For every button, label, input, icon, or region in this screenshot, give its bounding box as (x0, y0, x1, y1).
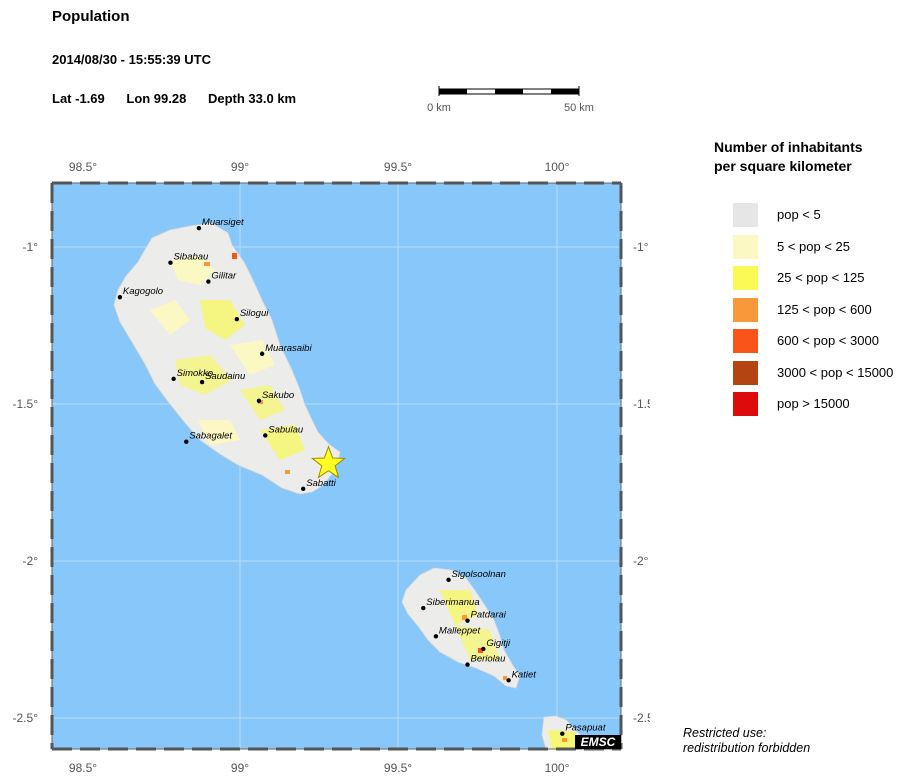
town-dot (421, 605, 426, 611)
town-dot (117, 295, 123, 300)
legend-label: pop < 5 (777, 207, 821, 222)
legend-item: 125 < pop < 600 (733, 297, 908, 322)
legend-label: 5 < pop < 25 (777, 238, 851, 254)
town-label: Kagogolo (123, 286, 163, 297)
legend-label: 600 < pop < 3000 (777, 333, 879, 348)
lat-tick-label: -2° (633, 554, 649, 568)
event-datetime: 2014/08/30 - 15:55:39 UTC (52, 52, 211, 67)
town-label: Gigitji (486, 638, 511, 649)
restricted-use-notice: Restricted use: redistribution forbidden (683, 726, 810, 756)
town-label: Saudainu (205, 371, 246, 382)
town-dot (171, 376, 176, 382)
longitude-label: Lon 99.28 (126, 91, 187, 106)
town-dot (184, 439, 189, 444)
legend-title-line2: per square kilometer (714, 158, 852, 174)
restricted-line1: Restricted use: (683, 726, 767, 740)
town-label: Pasapuat (565, 723, 606, 734)
town-dot (465, 662, 470, 667)
lon-tick-label: 98.5° (69, 160, 97, 174)
town-dot (168, 260, 173, 265)
town-label: Sibabau (173, 252, 209, 263)
town-dot (506, 678, 511, 683)
town-dot (301, 486, 306, 491)
town-label: Sabagalet (189, 431, 232, 442)
town-label: Muarasaibi (265, 343, 312, 354)
town-label: Sabulau (268, 424, 304, 435)
town-label: Katiet (512, 669, 537, 680)
lon-tick-label: 100° (545, 761, 570, 775)
town-dot (465, 618, 470, 623)
legend-label: pop > 15000 (777, 396, 850, 411)
longitude-labels-bottom: 98.5° 99° 99.5° 100° (69, 761, 570, 775)
latitude-label: Lat -1.69 (52, 91, 105, 106)
legend-item: 5 < pop < 25 (733, 234, 908, 259)
lat-tick-label: -1.5° (13, 397, 39, 411)
latitude-labels-right: -1° -1.5° -2° -2.5° (633, 240, 650, 725)
town-label: Patdarai (471, 610, 507, 621)
legend-swatch (733, 234, 758, 259)
lat-tick-label: -1.5° (633, 397, 650, 411)
scale-bar: 0 km 50 km (427, 86, 594, 114)
legend-item: pop > 15000 (733, 392, 908, 416)
lon-tick-label: 99° (231, 160, 249, 174)
legend-title-line1: Number of inhabitants (714, 139, 863, 155)
legend-label: 125 < pop < 600 (777, 301, 872, 317)
legend-swatch (733, 392, 758, 416)
town-dot (234, 317, 240, 322)
lat-tick-label: -2.5° (13, 711, 39, 725)
latitude-labels-left: -1° -1.5° -2° -2.5° (13, 240, 39, 725)
lat-tick-label: -2.5° (633, 711, 650, 725)
town-dot (196, 225, 202, 231)
town-dot (259, 351, 265, 356)
lat-tick-label: -2° (23, 554, 39, 568)
scale-start-label: 0 km (427, 102, 451, 114)
legend-label: 25 < pop < 125 (777, 270, 865, 285)
legend-item: 25 < pop < 125 (733, 266, 908, 290)
depth-label: Depth 33.0 km (207, 91, 297, 106)
town-label: Gilitar (211, 271, 237, 282)
legend-item: 3000 < pop < 15000 (733, 360, 908, 385)
population-map: Muarsiget SibabauGilitar Kagogolo Silogui Mu… (13, 160, 650, 775)
legend-swatch (733, 266, 758, 290)
emsc-logo: EMSC (581, 735, 616, 749)
legend-swatch (733, 360, 758, 385)
legend-swatch (733, 297, 758, 322)
lon-tick-label: 99° (231, 761, 249, 775)
event-coordinates: Lat -1.69 Lon 99.28 Depth 33.0 km (52, 91, 314, 106)
town-label: Sigolsoolnan (452, 569, 506, 580)
legend-title: Number of inhabitants per square kilomet… (714, 138, 904, 176)
town-label: Beriolau (471, 654, 507, 665)
town-label: Malleppet (439, 625, 481, 636)
town-dot (206, 279, 211, 284)
town-dot (256, 398, 262, 404)
town-dot (263, 433, 268, 438)
town-dot (481, 646, 486, 652)
legend-swatch (733, 329, 758, 353)
lat-tick-label: -1° (633, 240, 649, 254)
longitude-labels-top: 98.5° 99° 99.5° 100° (69, 160, 570, 174)
lon-tick-label: 99.5° (384, 160, 412, 174)
scale-end-label: 50 km (564, 102, 594, 114)
town-label: Muarsiget (202, 217, 244, 228)
map-title: Population (52, 8, 130, 25)
lon-tick-label: 100° (545, 160, 570, 174)
lon-tick-label: 99.5° (384, 761, 412, 775)
town-dot (446, 577, 451, 583)
restricted-line2: redistribution forbidden (683, 741, 811, 755)
town-dot (560, 731, 565, 736)
town-label: Sakubo (262, 390, 294, 401)
legend-item: pop < 5 (733, 203, 908, 227)
town-label: Sabatti (306, 478, 336, 489)
lon-tick-label: 98.5° (69, 761, 97, 775)
town-label: Siberimanua (426, 597, 479, 608)
lat-tick-label: -1° (23, 240, 39, 254)
town-label: Silogui (240, 308, 269, 319)
legend-item: 600 < pop < 3000 (733, 329, 908, 353)
town-dot (199, 379, 205, 385)
legend-swatch (733, 203, 758, 227)
legend-label: 3000 < pop < 15000 (777, 364, 894, 380)
town-dot (433, 634, 439, 639)
